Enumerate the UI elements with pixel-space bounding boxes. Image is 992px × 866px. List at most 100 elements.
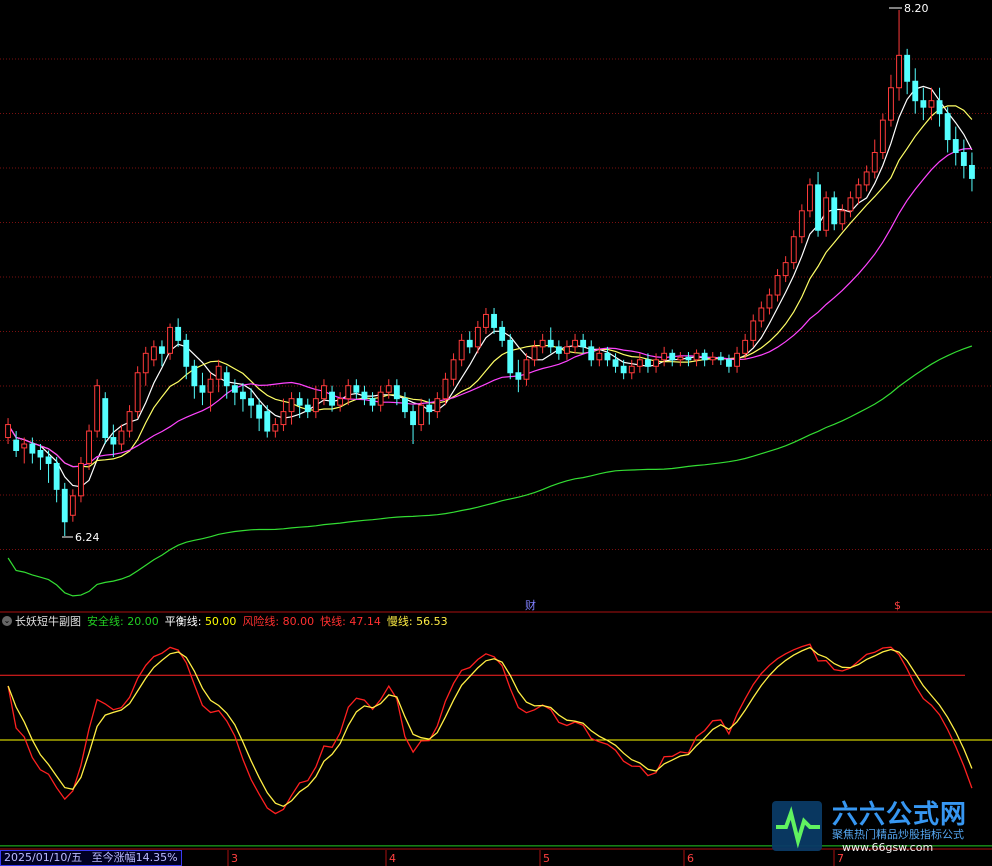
candle-up bbox=[847, 197, 854, 212]
candle-up bbox=[709, 356, 716, 361]
candle-down bbox=[969, 164, 975, 179]
candle-up bbox=[215, 365, 222, 380]
candle-down bbox=[296, 398, 303, 406]
candle-up bbox=[442, 378, 449, 400]
candle-up bbox=[653, 359, 659, 367]
candle-up bbox=[531, 346, 538, 361]
candle-up bbox=[928, 100, 935, 108]
candle-down bbox=[223, 372, 230, 387]
chevron-down-icon[interactable]: ⌄ bbox=[2, 616, 12, 626]
slow-line bbox=[7, 646, 973, 808]
candle-down bbox=[353, 385, 360, 393]
candle-up bbox=[572, 339, 578, 348]
candle-up bbox=[450, 359, 457, 380]
candle-up bbox=[118, 430, 125, 445]
indicator-name[interactable]: 长妖短牛副图 bbox=[15, 613, 81, 629]
candle-down bbox=[831, 197, 838, 225]
candle-up bbox=[418, 404, 425, 426]
candle-down bbox=[960, 152, 967, 166]
candle-down bbox=[912, 80, 919, 102]
price-extreme-labels: 8.20 6.24 bbox=[62, 2, 929, 544]
price-gridlines bbox=[0, 58, 992, 550]
candle-up bbox=[142, 352, 149, 374]
fast-line-value: 47.14 bbox=[349, 615, 381, 628]
candle-down bbox=[815, 184, 821, 231]
ma60-line bbox=[7, 345, 973, 597]
candle-up bbox=[879, 119, 886, 154]
candle-down bbox=[515, 372, 522, 380]
candle-up bbox=[636, 359, 643, 367]
balance-line-label: 平衡线: bbox=[164, 615, 202, 628]
candle-up bbox=[782, 262, 789, 277]
candle-up bbox=[280, 411, 287, 426]
candle-down bbox=[159, 346, 165, 354]
candle-down bbox=[466, 339, 473, 348]
candle-down bbox=[264, 411, 271, 432]
finance-event-marker[interactable]: 财 bbox=[525, 598, 536, 612]
candle-up bbox=[750, 320, 757, 341]
moving-average-lines bbox=[7, 85, 973, 597]
change-since: 至今涨幅14.35% bbox=[91, 851, 178, 864]
candle-down bbox=[507, 339, 514, 374]
candle-down bbox=[199, 385, 206, 393]
candle-down bbox=[717, 356, 724, 361]
candle-up bbox=[742, 339, 749, 354]
candle-down bbox=[580, 339, 587, 348]
candle-up bbox=[564, 346, 570, 354]
status-bar: 2025/01/10/五 至今涨幅14.35% bbox=[0, 849, 992, 866]
balance-line-legend: 平衡线: 50.00 bbox=[165, 613, 237, 629]
indicator-pane bbox=[0, 643, 992, 847]
candle-up bbox=[839, 210, 846, 225]
candle-up bbox=[539, 339, 546, 348]
safe-line-value: 20.00 bbox=[127, 615, 159, 628]
candle-down bbox=[726, 359, 732, 367]
candle-up bbox=[798, 210, 805, 238]
fast-line-label: 快线: bbox=[320, 615, 346, 628]
candle-up bbox=[863, 171, 870, 186]
candle-up bbox=[693, 352, 700, 361]
candle-up bbox=[134, 372, 141, 413]
candle-up bbox=[385, 385, 392, 393]
candle-up bbox=[312, 398, 319, 413]
candle-up bbox=[766, 294, 773, 309]
candle-up bbox=[823, 197, 830, 231]
risk-line-legend: 风险线: 80.00 bbox=[242, 613, 314, 629]
candle-down bbox=[369, 398, 376, 406]
candle-down bbox=[669, 352, 676, 361]
fast-line-legend: 快线: 47.14 bbox=[320, 613, 381, 629]
candle-up bbox=[855, 184, 862, 199]
candle-down bbox=[604, 352, 611, 361]
slow-line-legend: 慢线: 56.53 bbox=[387, 613, 448, 629]
candle-up bbox=[167, 326, 173, 354]
candle-up bbox=[337, 398, 344, 406]
candle-down bbox=[499, 326, 506, 341]
balance-line-value: 50.00 bbox=[204, 615, 237, 628]
candle-up bbox=[734, 352, 740, 367]
candle-down bbox=[37, 449, 44, 458]
candle-down bbox=[61, 488, 68, 523]
ma10-line bbox=[7, 105, 973, 468]
candle-down bbox=[231, 385, 238, 393]
safe-line-legend: 安全线: 20.00 bbox=[87, 613, 159, 629]
stock-chart-window: 8.20 6.24 财 $ 34567 ⌄ 长妖短牛副图 安全线: 20.00 … bbox=[0, 0, 992, 866]
candle-up bbox=[628, 365, 635, 374]
cursor-date: 2025/01/10/五 bbox=[4, 851, 83, 864]
dividend-event-marker[interactable]: $ bbox=[894, 599, 901, 612]
candle-up bbox=[94, 385, 101, 432]
candle-down bbox=[701, 352, 708, 361]
slow-line-value: 56.53 bbox=[416, 615, 448, 628]
candle-up bbox=[596, 352, 603, 361]
candle-up bbox=[896, 54, 902, 89]
candle-down bbox=[175, 326, 182, 341]
candle-up bbox=[207, 378, 214, 393]
low-price-label: 6.24 bbox=[75, 531, 100, 544]
candle-down bbox=[304, 404, 311, 413]
kline-chart[interactable]: 8.20 6.24 财 $ 34567 bbox=[0, 0, 992, 866]
candlestick-series bbox=[5, 10, 975, 536]
candle-up bbox=[483, 313, 489, 328]
candle-down bbox=[393, 385, 400, 400]
candle-up bbox=[69, 495, 76, 516]
candle-up bbox=[150, 346, 157, 361]
safe-line-label: 安全线: bbox=[87, 615, 124, 628]
candle-down bbox=[952, 139, 959, 154]
